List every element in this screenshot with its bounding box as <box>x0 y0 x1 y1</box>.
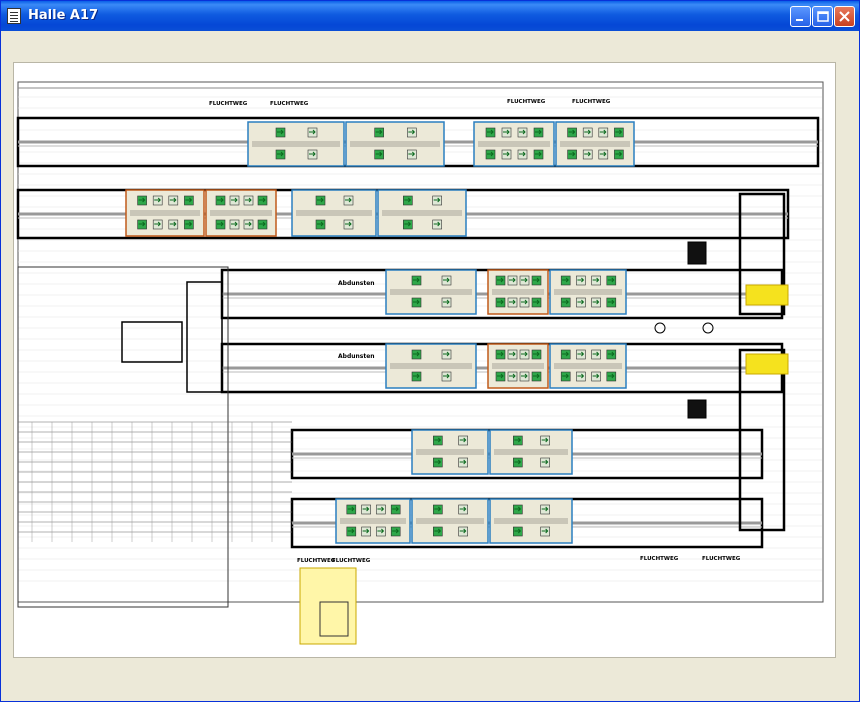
equipment <box>687 241 707 265</box>
station-panel <box>555 121 635 167</box>
station-panel <box>489 429 573 475</box>
close-icon <box>839 11 850 22</box>
title-bar[interactable]: Halle A17 <box>1 1 859 31</box>
maximize-icon <box>817 11 829 22</box>
main-window: Halle A17 FLUCHTWEG FLUCHTWEG FLUCHTWEG FLU… <box>0 0 860 702</box>
exit-route-label: FLUCHTWEG <box>297 558 336 564</box>
station-panel <box>385 343 477 389</box>
exit-route-label: FLUCHTWEG <box>270 101 309 107</box>
station-panel <box>291 189 377 237</box>
highlight-zone <box>745 284 789 306</box>
exit-route-label: FLUCHTWEG <box>209 101 248 107</box>
equipment <box>687 399 707 419</box>
minimize-icon <box>796 19 803 21</box>
station-panel <box>487 343 549 389</box>
station-panel <box>411 429 489 475</box>
exit-route-label: FLUCHTWEG <box>640 556 679 562</box>
station-panel <box>549 269 627 315</box>
station-panel <box>549 343 627 389</box>
station-panel <box>473 121 555 167</box>
minimize-button[interactable] <box>790 6 811 27</box>
highlight-zone <box>745 353 789 375</box>
station-panel <box>487 269 549 315</box>
window-title: Halle A17 <box>28 8 99 23</box>
station-panel <box>345 121 445 167</box>
abdunsten-label: Abdunsten <box>338 353 375 360</box>
exit-route-label: FLUCHTWEG <box>702 556 741 562</box>
station-panel <box>247 121 345 167</box>
document-icon <box>7 8 21 24</box>
station-panel <box>385 269 477 315</box>
floor-plan-canvas[interactable]: FLUCHTWEG FLUCHTWEG FLUCHTWEG FLUCHTWEG FLUC… <box>13 62 836 658</box>
station-panel <box>377 189 467 237</box>
station-panel <box>489 498 573 544</box>
station-panel <box>411 498 489 544</box>
station-panel <box>125 189 205 237</box>
station-panel <box>205 189 277 237</box>
floor-plan-drawing: FLUCHTWEG FLUCHTWEG FLUCHTWEG FLUCHTWEGFLUC… <box>16 81 824 645</box>
exit-route-label: FLUCHTWEG <box>507 99 546 105</box>
abdunsten-label: Abdunsten <box>338 280 375 287</box>
maximize-button[interactable] <box>812 6 833 27</box>
exit-route-label: FLUCHTWEG <box>572 99 611 105</box>
exit-route-label: FLUCHTWEG <box>332 558 371 564</box>
close-button[interactable] <box>834 6 855 27</box>
station-panel <box>335 498 411 544</box>
